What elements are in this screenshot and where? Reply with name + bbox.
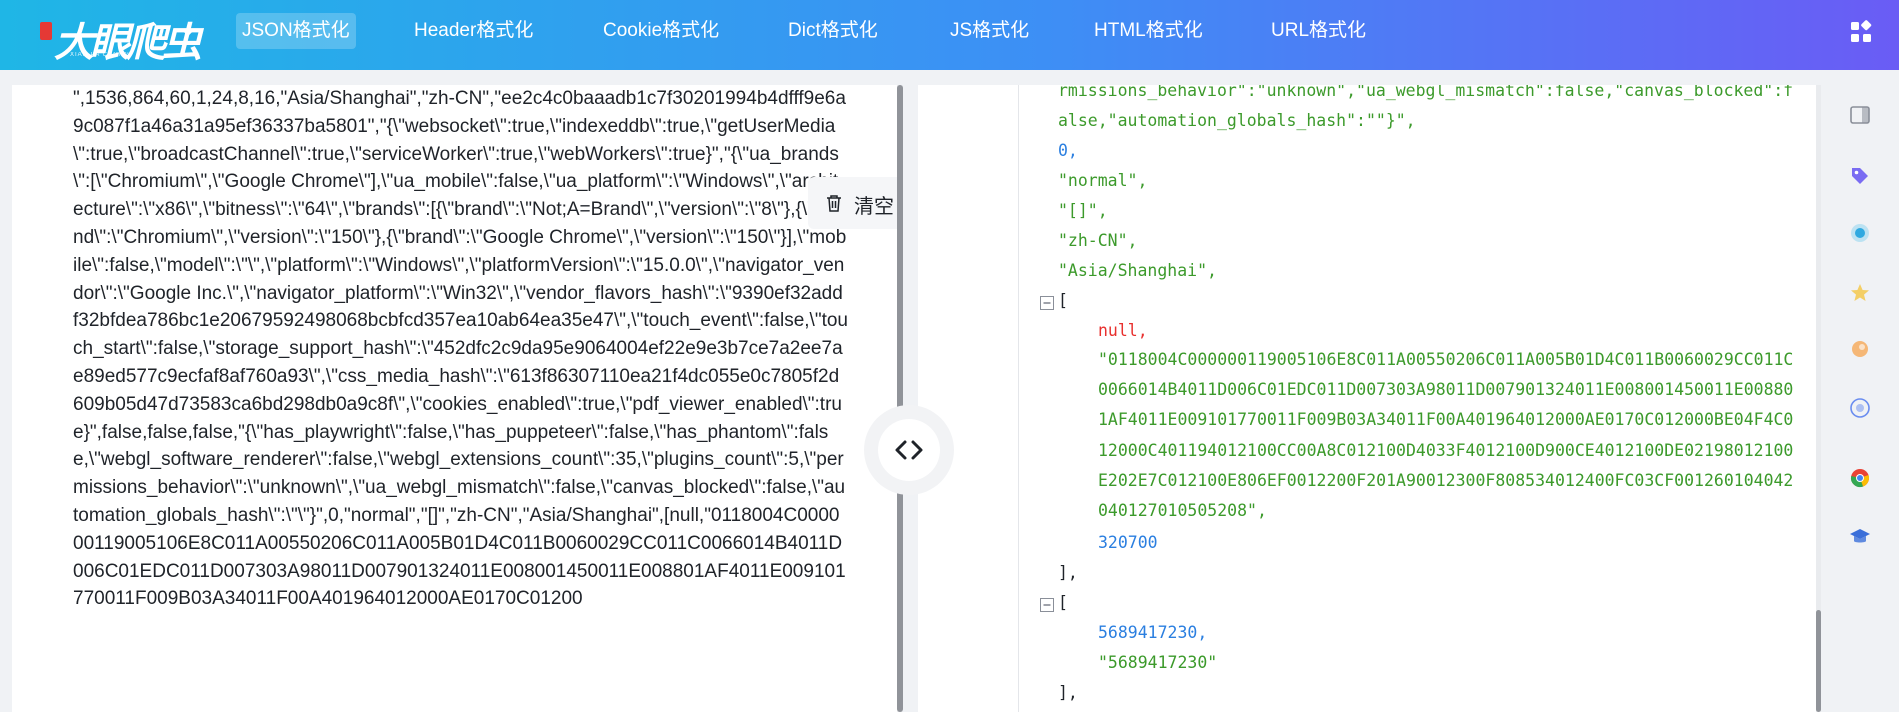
logo-text: 大眼爬虫 xyxy=(54,19,202,66)
format-toggle-button[interactable] xyxy=(864,405,954,495)
left-scrollbar-thumb[interactable] xyxy=(897,85,903,712)
orange-circle-icon[interactable] xyxy=(1849,338,1871,360)
code-line-hex-string: "0118004C000000119005106E8C011A00550206C… xyxy=(1098,350,1794,521)
json-input-text[interactable]: ",1536,864,60,1,24,8,16,"Asia/Shanghai",… xyxy=(73,85,848,613)
json-output-viewer[interactable]: rmissions_behavior":"unknown","ua_webgl_… xyxy=(918,85,1820,712)
graduation-cap-icon[interactable] xyxy=(1849,526,1871,548)
apps-grid-icon[interactable] xyxy=(1849,20,1873,44)
nav-item-header[interactable]: Header格式化 xyxy=(408,13,539,49)
star-icon[interactable] xyxy=(1849,282,1871,304)
logo-subtext: XIAN PA CHONG xyxy=(70,52,130,58)
clear-button-label: 清空 xyxy=(854,196,894,218)
line-gutter-divider xyxy=(1018,85,1019,712)
nav-item-json[interactable]: JSON格式化 xyxy=(236,13,356,49)
logo-seal-icon xyxy=(40,22,52,40)
nav-item-url[interactable]: URL格式化 xyxy=(1265,13,1372,49)
chevron-down-icon[interactable] xyxy=(180,24,196,40)
code-line-null: null, xyxy=(1098,321,1148,340)
globe-icon[interactable] xyxy=(1849,397,1871,419)
code-line-number: 0, xyxy=(1058,141,1078,160)
code-bracket: ], xyxy=(1058,683,1078,702)
code-line: alse,"automation_globals_hash":""}", xyxy=(1058,111,1416,130)
code-line-number: 320700 xyxy=(1098,533,1158,552)
nav-item-js[interactable]: JS格式化 xyxy=(944,13,1035,49)
top-navigation-bar: 大眼爬虫 XIAN PA CHONG JSON格式化 Header格式化 Coo… xyxy=(0,0,1899,70)
nav-item-cookie[interactable]: Cookie格式化 xyxy=(597,13,725,49)
code-line: "normal", xyxy=(1058,171,1148,190)
collapse-icon[interactable] xyxy=(1040,598,1054,612)
chrome-icon[interactable] xyxy=(1849,467,1871,489)
site-logo[interactable]: 大眼爬虫 XIAN PA CHONG xyxy=(40,6,202,66)
code-line: "Asia/Shanghai", xyxy=(1058,261,1217,280)
nav-item-html[interactable]: HTML格式化 xyxy=(1088,13,1209,49)
panel-toggle-icon[interactable] xyxy=(1849,104,1871,126)
code-bracket: [ xyxy=(1058,291,1068,310)
code-bracket: [ xyxy=(1058,593,1068,612)
app-root: 大眼爬虫 XIAN PA CHONG JSON格式化 Header格式化 Coo… xyxy=(0,0,1899,712)
clear-button[interactable]: 清空 xyxy=(808,177,902,229)
cloud-icon[interactable] xyxy=(1849,222,1871,244)
code-line: "zh-CN", xyxy=(1058,231,1138,250)
code-brackets-icon xyxy=(895,440,923,460)
json-input-editor[interactable]: ",1536,864,60,1,24,8,16,"Asia/Shanghai",… xyxy=(12,85,903,712)
collapse-icon[interactable] xyxy=(1040,296,1054,310)
right-scrollbar-thumb[interactable] xyxy=(1816,610,1821,712)
code-bracket: ], xyxy=(1058,563,1078,582)
code-line-string: "5689417230" xyxy=(1098,653,1218,672)
tag-icon[interactable] xyxy=(1849,165,1871,187)
code-line: rmissions_behavior":"unknown","ua_webgl_… xyxy=(1058,85,1794,100)
code-line: "[]", xyxy=(1058,201,1108,220)
nav-item-dict[interactable]: Dict格式化 xyxy=(782,13,884,49)
code-line-number: 5689417230, xyxy=(1098,623,1208,642)
trash-icon xyxy=(827,195,841,212)
